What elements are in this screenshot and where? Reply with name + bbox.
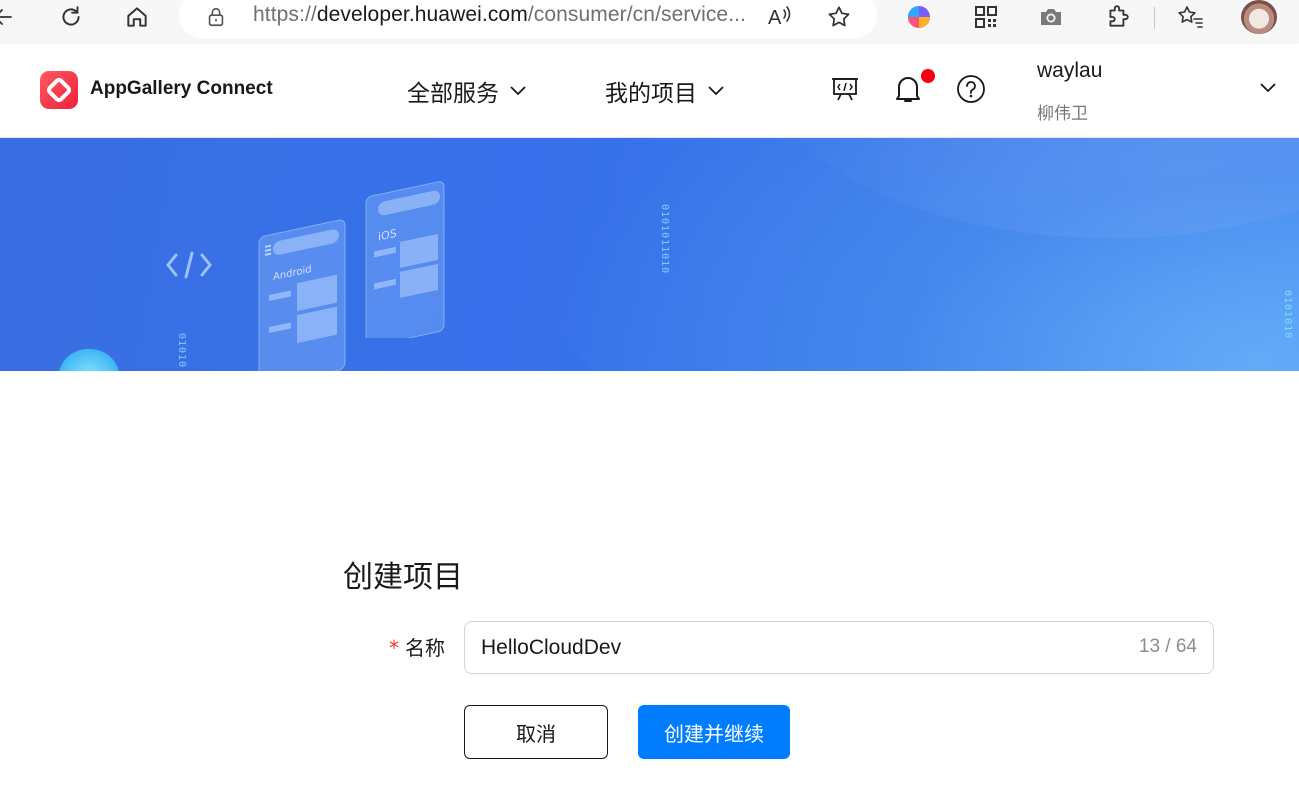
- create-and-continue-button[interactable]: 创建并继续: [638, 705, 790, 759]
- nav-all-services-label: 全部服务: [407, 81, 499, 107]
- name-label-text: 名称: [405, 636, 445, 660]
- nav-my-projects[interactable]: 我的项目: [605, 74, 725, 108]
- url-path: /consumer/cn/service...: [527, 3, 747, 26]
- appgallery-logo[interactable]: [40, 71, 78, 109]
- binary-decoration: 0101011010: [659, 204, 670, 275]
- url-host: developer.huawei.com: [316, 3, 528, 26]
- toolbar-divider: [1154, 7, 1155, 29]
- required-mark: *: [389, 636, 399, 660]
- url-prefix: https://: [253, 3, 317, 26]
- address-bar[interactable]: https://developer.huawei.com/consumer/cn…: [179, 0, 877, 38]
- code-icon: [166, 251, 212, 279]
- name-field-label: * 名称: [389, 632, 445, 661]
- user-menu-chevron-icon[interactable]: [1258, 80, 1278, 99]
- user-name[interactable]: waylau: [1037, 59, 1102, 83]
- banner-wave: [540, 138, 1299, 371]
- back-icon[interactable]: [0, 2, 18, 32]
- cloud-illustration: [58, 349, 120, 371]
- bell-icon[interactable]: [891, 72, 925, 106]
- refresh-icon[interactable]: [56, 2, 86, 32]
- user-display-name: 柳伟卫: [1037, 104, 1088, 124]
- nav-my-projects-label: 我的项目: [605, 81, 697, 107]
- profile-avatar[interactable]: [1241, 0, 1277, 34]
- url-text: https://developer.huawei.com/consumer/cn…: [253, 3, 746, 27]
- page-title: 创建项目: [343, 560, 463, 595]
- favorites-icon[interactable]: [1175, 2, 1205, 32]
- lock-icon[interactable]: [201, 2, 231, 32]
- copilot-icon[interactable]: [904, 2, 934, 32]
- qr-code-icon[interactable]: [971, 2, 1001, 32]
- browser-toolbar: https://developer.huawei.com/consumer/cn…: [0, 0, 1299, 44]
- binary-decoration: 0101010: [1282, 290, 1293, 340]
- project-name-input[interactable]: [481, 632, 1101, 664]
- read-aloud-icon[interactable]: A: [765, 2, 795, 32]
- presentation-icon[interactable]: [828, 72, 862, 106]
- favorite-star-icon[interactable]: [824, 2, 854, 32]
- extensions-icon[interactable]: [1103, 2, 1133, 32]
- ios-screen-illustration: iOS: [365, 181, 445, 338]
- home-icon[interactable]: [122, 2, 152, 32]
- project-name-field[interactable]: 13 / 64: [464, 621, 1214, 674]
- binary-decoration: 01010: [176, 333, 187, 369]
- app-header: AppGallery Connect 全部服务 我的项目: [0, 44, 1299, 138]
- chevron-down-icon: [707, 85, 725, 97]
- brand-name[interactable]: AppGallery Connect: [90, 78, 273, 100]
- camera-icon[interactable]: [1036, 2, 1066, 32]
- char-counter: 13 / 64: [1138, 636, 1197, 657]
- hero-banner: Android iOS 0101011010 01010 0101010: [0, 138, 1299, 371]
- nav-all-services[interactable]: 全部服务: [407, 74, 527, 108]
- help-icon[interactable]: [954, 72, 988, 106]
- android-screen-illustration: Android: [258, 219, 346, 371]
- notification-badge: [921, 69, 935, 83]
- svg-text:A: A: [768, 7, 782, 29]
- chevron-down-icon: [509, 85, 527, 97]
- cancel-button[interactable]: 取消: [464, 705, 608, 759]
